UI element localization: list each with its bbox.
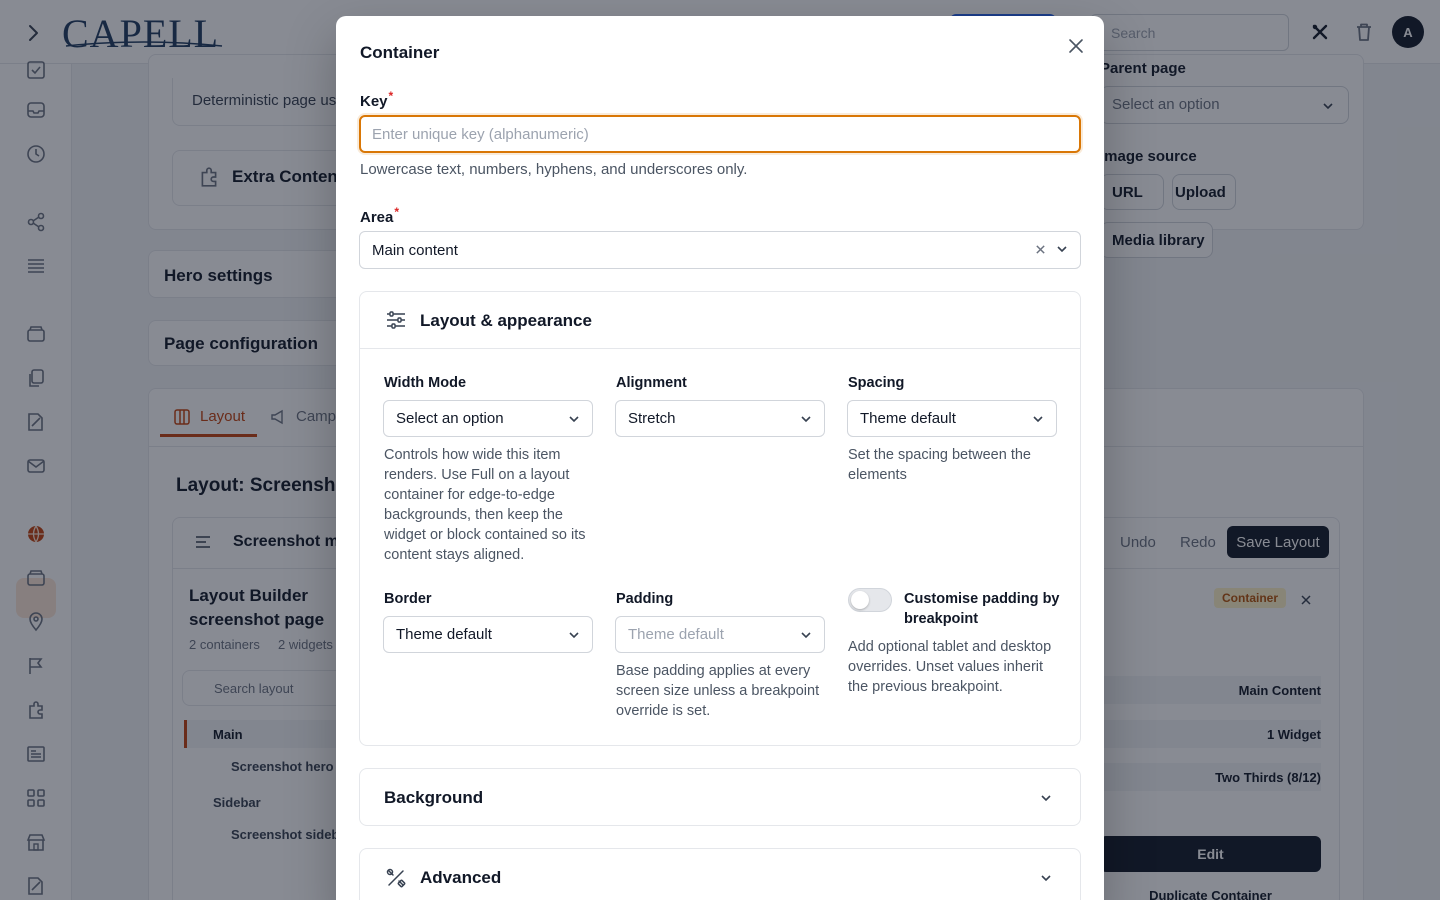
chevron-down-icon — [568, 413, 580, 425]
key-label: Key* — [360, 89, 394, 110]
key-hint: Lowercase text, numbers, hyphens, and un… — [360, 161, 748, 178]
breakpoint-toggle-label: Customise padding by breakpoint — [904, 591, 1060, 627]
breakpoint-toggle-hint: Add optional tablet and desktop override… — [848, 639, 1052, 695]
sliders-icon — [384, 308, 408, 332]
area-value: Main content — [372, 241, 458, 259]
width-mode-select[interactable]: Select an option — [383, 400, 593, 437]
spacing-value: Theme default — [860, 410, 956, 427]
background-section-title: Background — [384, 788, 484, 807]
spacing-hint: Set the spacing between the elements — [848, 447, 1031, 483]
width-mode-hint: Controls how wide this item renders. Use… — [384, 447, 586, 563]
advanced-section-title: Advanced — [420, 868, 502, 887]
chevron-down-icon — [1038, 870, 1054, 886]
spacing-select[interactable]: Theme default — [847, 400, 1057, 437]
chevron-down-icon — [1038, 790, 1054, 806]
section-divider — [360, 348, 1080, 349]
border-label: Border — [384, 591, 432, 607]
chevron-down-icon — [1032, 413, 1044, 425]
clear-selection-icon[interactable] — [1033, 242, 1047, 256]
container-modal: Container Key* Lowercase text, numbers, … — [336, 16, 1104, 900]
layout-appearance-title[interactable]: Layout & appearance — [420, 311, 592, 331]
alignment-select[interactable]: Stretch — [615, 400, 825, 437]
toggle-knob — [851, 591, 869, 609]
border-value: Theme default — [396, 626, 492, 643]
advanced-section[interactable]: Advanced — [359, 848, 1081, 900]
key-input[interactable] — [359, 115, 1081, 153]
padding-select[interactable]: Theme default — [615, 616, 825, 653]
close-modal-button[interactable] — [1064, 34, 1088, 58]
width-mode-label: Width Mode — [384, 375, 467, 391]
chevron-down-icon[interactable] — [1055, 242, 1069, 256]
alignment-value: Stretch — [628, 410, 676, 427]
background-section[interactable]: Background — [359, 768, 1081, 826]
close-icon — [1069, 39, 1083, 53]
padding-label: Padding — [616, 591, 674, 607]
modal-title: Container — [360, 43, 440, 62]
area-select[interactable]: Main content — [359, 231, 1081, 269]
layout-appearance-section: Layout & appearance Width Mode Select an… — [359, 291, 1081, 746]
border-select[interactable]: Theme default — [383, 616, 593, 653]
area-label: Area* — [360, 205, 400, 226]
padding-placeholder: Theme default — [628, 626, 724, 643]
required-mark: * — [388, 89, 394, 103]
breakpoint-padding-toggle[interactable] — [848, 588, 892, 612]
padding-hint: Base padding applies at every screen siz… — [616, 663, 820, 719]
width-mode-value: Select an option — [396, 410, 504, 427]
required-mark: * — [394, 205, 400, 219]
chevron-down-icon — [800, 413, 812, 425]
alignment-label: Alignment — [616, 375, 687, 391]
chevron-down-icon — [568, 629, 580, 641]
tools-icon — [384, 866, 408, 890]
chevron-down-icon — [800, 629, 812, 641]
spacing-label: Spacing — [848, 375, 905, 391]
